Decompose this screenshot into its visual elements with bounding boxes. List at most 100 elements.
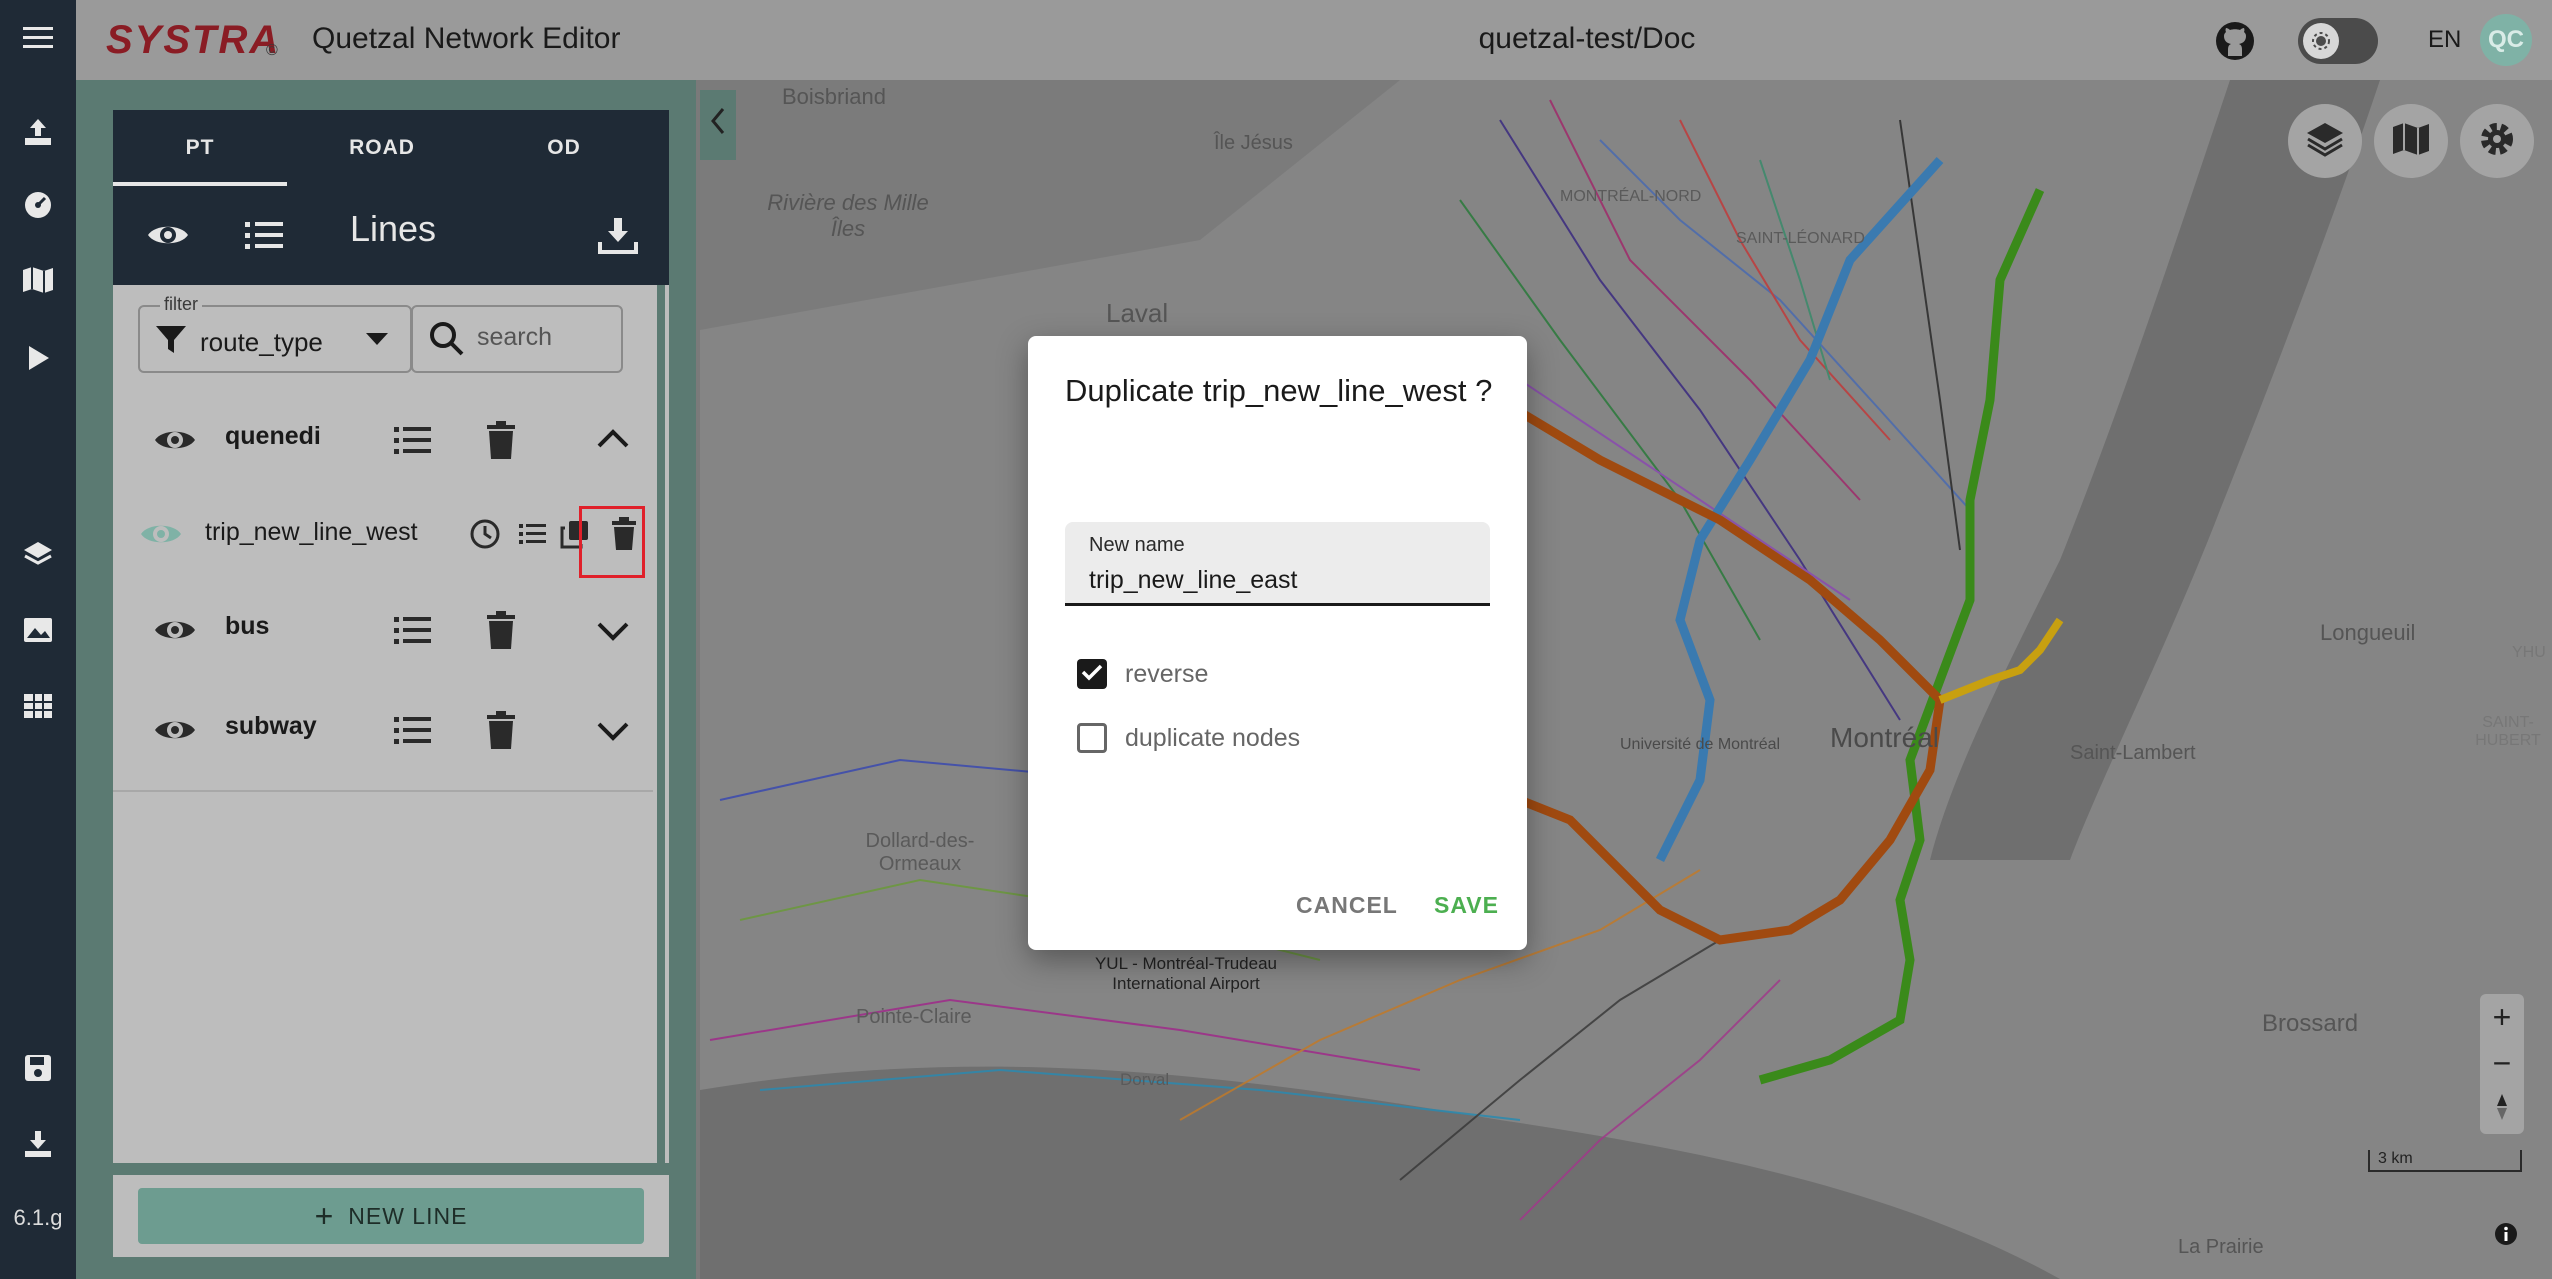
list-icon[interactable] xyxy=(391,418,435,462)
map-icon xyxy=(2391,121,2431,162)
map-label: Longueuil xyxy=(2320,620,2416,645)
chevron-up-icon[interactable] xyxy=(591,418,635,462)
eye-icon[interactable] xyxy=(153,608,197,652)
filter-select[interactable]: filter route_type xyxy=(138,294,412,373)
new-name-field[interactable]: New name xyxy=(1065,522,1490,606)
side-panel: PT ROAD OD Lines filter route_type searc… xyxy=(76,80,696,1279)
tab-pt[interactable]: PT xyxy=(113,110,287,186)
panel-header: PT ROAD OD Lines xyxy=(113,110,669,285)
trip-name: trip_new_line_west xyxy=(205,518,418,546)
gear-icon xyxy=(2477,119,2517,164)
reverse-checkbox-row[interactable]: reverse xyxy=(1077,654,1208,694)
eye-icon[interactable] xyxy=(145,212,191,258)
search-input[interactable]: search xyxy=(411,305,623,373)
caret-down-icon xyxy=(364,331,390,352)
save-button[interactable]: SAVE xyxy=(1434,892,1499,919)
map-label: Montréal xyxy=(1830,722,1939,753)
menu-icon[interactable] xyxy=(18,18,58,58)
upload-icon[interactable] xyxy=(18,112,58,152)
trip-row[interactable]: trip_new_line_west xyxy=(113,502,653,562)
duplicate-nodes-checkbox-row[interactable]: duplicate nodes xyxy=(1077,718,1300,758)
list-icon[interactable] xyxy=(391,608,435,652)
search-icon xyxy=(429,321,465,362)
map-label: Île Jésus xyxy=(1214,132,1293,154)
map-settings-button[interactable] xyxy=(2460,104,2534,178)
download-icon[interactable] xyxy=(18,1124,58,1164)
brand-copyright: © xyxy=(266,42,278,59)
version-label: 6.1.g xyxy=(13,1205,63,1230)
dialog-title: Duplicate trip_new_line_west ? xyxy=(1065,373,1493,408)
new-name-input[interactable] xyxy=(1089,564,1469,596)
map-label: SAINT-LÉONARD xyxy=(1736,230,1865,247)
reverse-checkbox[interactable] xyxy=(1077,659,1107,689)
download-icon[interactable] xyxy=(595,212,641,258)
save-icon[interactable] xyxy=(18,1048,58,1088)
tab-road[interactable]: ROAD xyxy=(295,110,469,186)
collapse-panel-button[interactable] xyxy=(700,90,736,160)
map-scale: 3 km xyxy=(2368,1150,2522,1172)
list-icon[interactable] xyxy=(241,212,287,258)
map-label: MONTRÉAL-NORD xyxy=(1560,188,1702,205)
tab-od[interactable]: OD xyxy=(477,110,651,186)
duplicate-nodes-checkbox[interactable] xyxy=(1077,723,1107,753)
map-label: Rivière des Mille Îles xyxy=(767,190,929,241)
panel-title: Lines xyxy=(349,208,437,249)
filter-label: filter xyxy=(160,294,203,315)
active-tab-indicator xyxy=(113,182,287,186)
chevron-down-icon[interactable] xyxy=(591,708,635,752)
map-canvas xyxy=(700,80,2552,1279)
filter-value: route_type xyxy=(200,327,323,357)
group-row-quenedi: quenedi xyxy=(113,408,653,468)
new-line-label: NEW LINE xyxy=(348,1202,468,1229)
funnel-icon xyxy=(154,323,188,362)
plus-icon: + xyxy=(314,1197,335,1234)
trash-icon[interactable] xyxy=(479,418,523,462)
map-label: Saint-Lambert xyxy=(2070,742,2196,764)
map-label: YHU xyxy=(2512,644,2546,661)
list-icon[interactable] xyxy=(517,518,547,555)
chevron-down-icon[interactable] xyxy=(591,608,635,652)
sun-icon xyxy=(2303,23,2339,59)
chevron-left-icon xyxy=(708,106,728,144)
reverse-label: reverse xyxy=(1125,659,1209,688)
github-icon[interactable] xyxy=(2214,20,2256,62)
map-label: La Prairie xyxy=(2178,1236,2264,1258)
map-label: Dorval xyxy=(1120,1070,1170,1089)
eye-icon[interactable] xyxy=(153,418,197,462)
clock-icon[interactable] xyxy=(469,518,501,555)
scrollbar[interactable] xyxy=(657,285,665,1163)
language-switch[interactable]: EN xyxy=(2428,26,2461,54)
map-view[interactable]: Boisbriand Île Jésus Rivière des Mille Î… xyxy=(700,80,2552,1279)
field-label: New name xyxy=(1089,534,1185,556)
trash-icon[interactable] xyxy=(479,608,523,652)
zoom-out-button[interactable]: − xyxy=(2480,1040,2524,1086)
image-icon[interactable] xyxy=(18,610,58,650)
search-placeholder: search xyxy=(477,323,553,351)
divider xyxy=(113,790,653,792)
list-icon[interactable] xyxy=(391,708,435,752)
layers-button[interactable] xyxy=(2288,104,2362,178)
dashboard-icon[interactable] xyxy=(18,185,58,225)
eye-icon[interactable] xyxy=(139,512,183,561)
basemap-button[interactable] xyxy=(2374,104,2448,178)
zoom-in-button[interactable]: + xyxy=(2480,994,2524,1040)
run-icon[interactable] xyxy=(18,338,58,378)
project-title: quetzal-test/Doc xyxy=(1478,22,1696,55)
info-icon[interactable] xyxy=(2494,1222,2518,1246)
trash-icon[interactable] xyxy=(479,708,523,752)
layers-icon xyxy=(2305,121,2345,162)
eye-icon[interactable] xyxy=(153,708,197,752)
map-label: Pointe-Claire xyxy=(856,1006,972,1028)
table-icon[interactable] xyxy=(18,686,58,726)
new-line-button[interactable]: + NEW LINE xyxy=(138,1188,644,1244)
theme-toggle[interactable] xyxy=(2298,18,2378,64)
app-title: Quetzal Network Editor xyxy=(312,22,621,55)
avatar[interactable]: QC xyxy=(2480,14,2532,66)
compass-button[interactable] xyxy=(2480,1086,2524,1132)
map-icon[interactable] xyxy=(18,260,58,300)
cancel-button[interactable]: CANCEL xyxy=(1296,892,1398,919)
layers-icon[interactable] xyxy=(18,535,58,575)
duplicate-dialog: Duplicate trip_new_line_west ? New name … xyxy=(1028,336,1527,950)
group-row-bus: bus xyxy=(113,598,653,658)
check-icon xyxy=(1081,663,1103,686)
